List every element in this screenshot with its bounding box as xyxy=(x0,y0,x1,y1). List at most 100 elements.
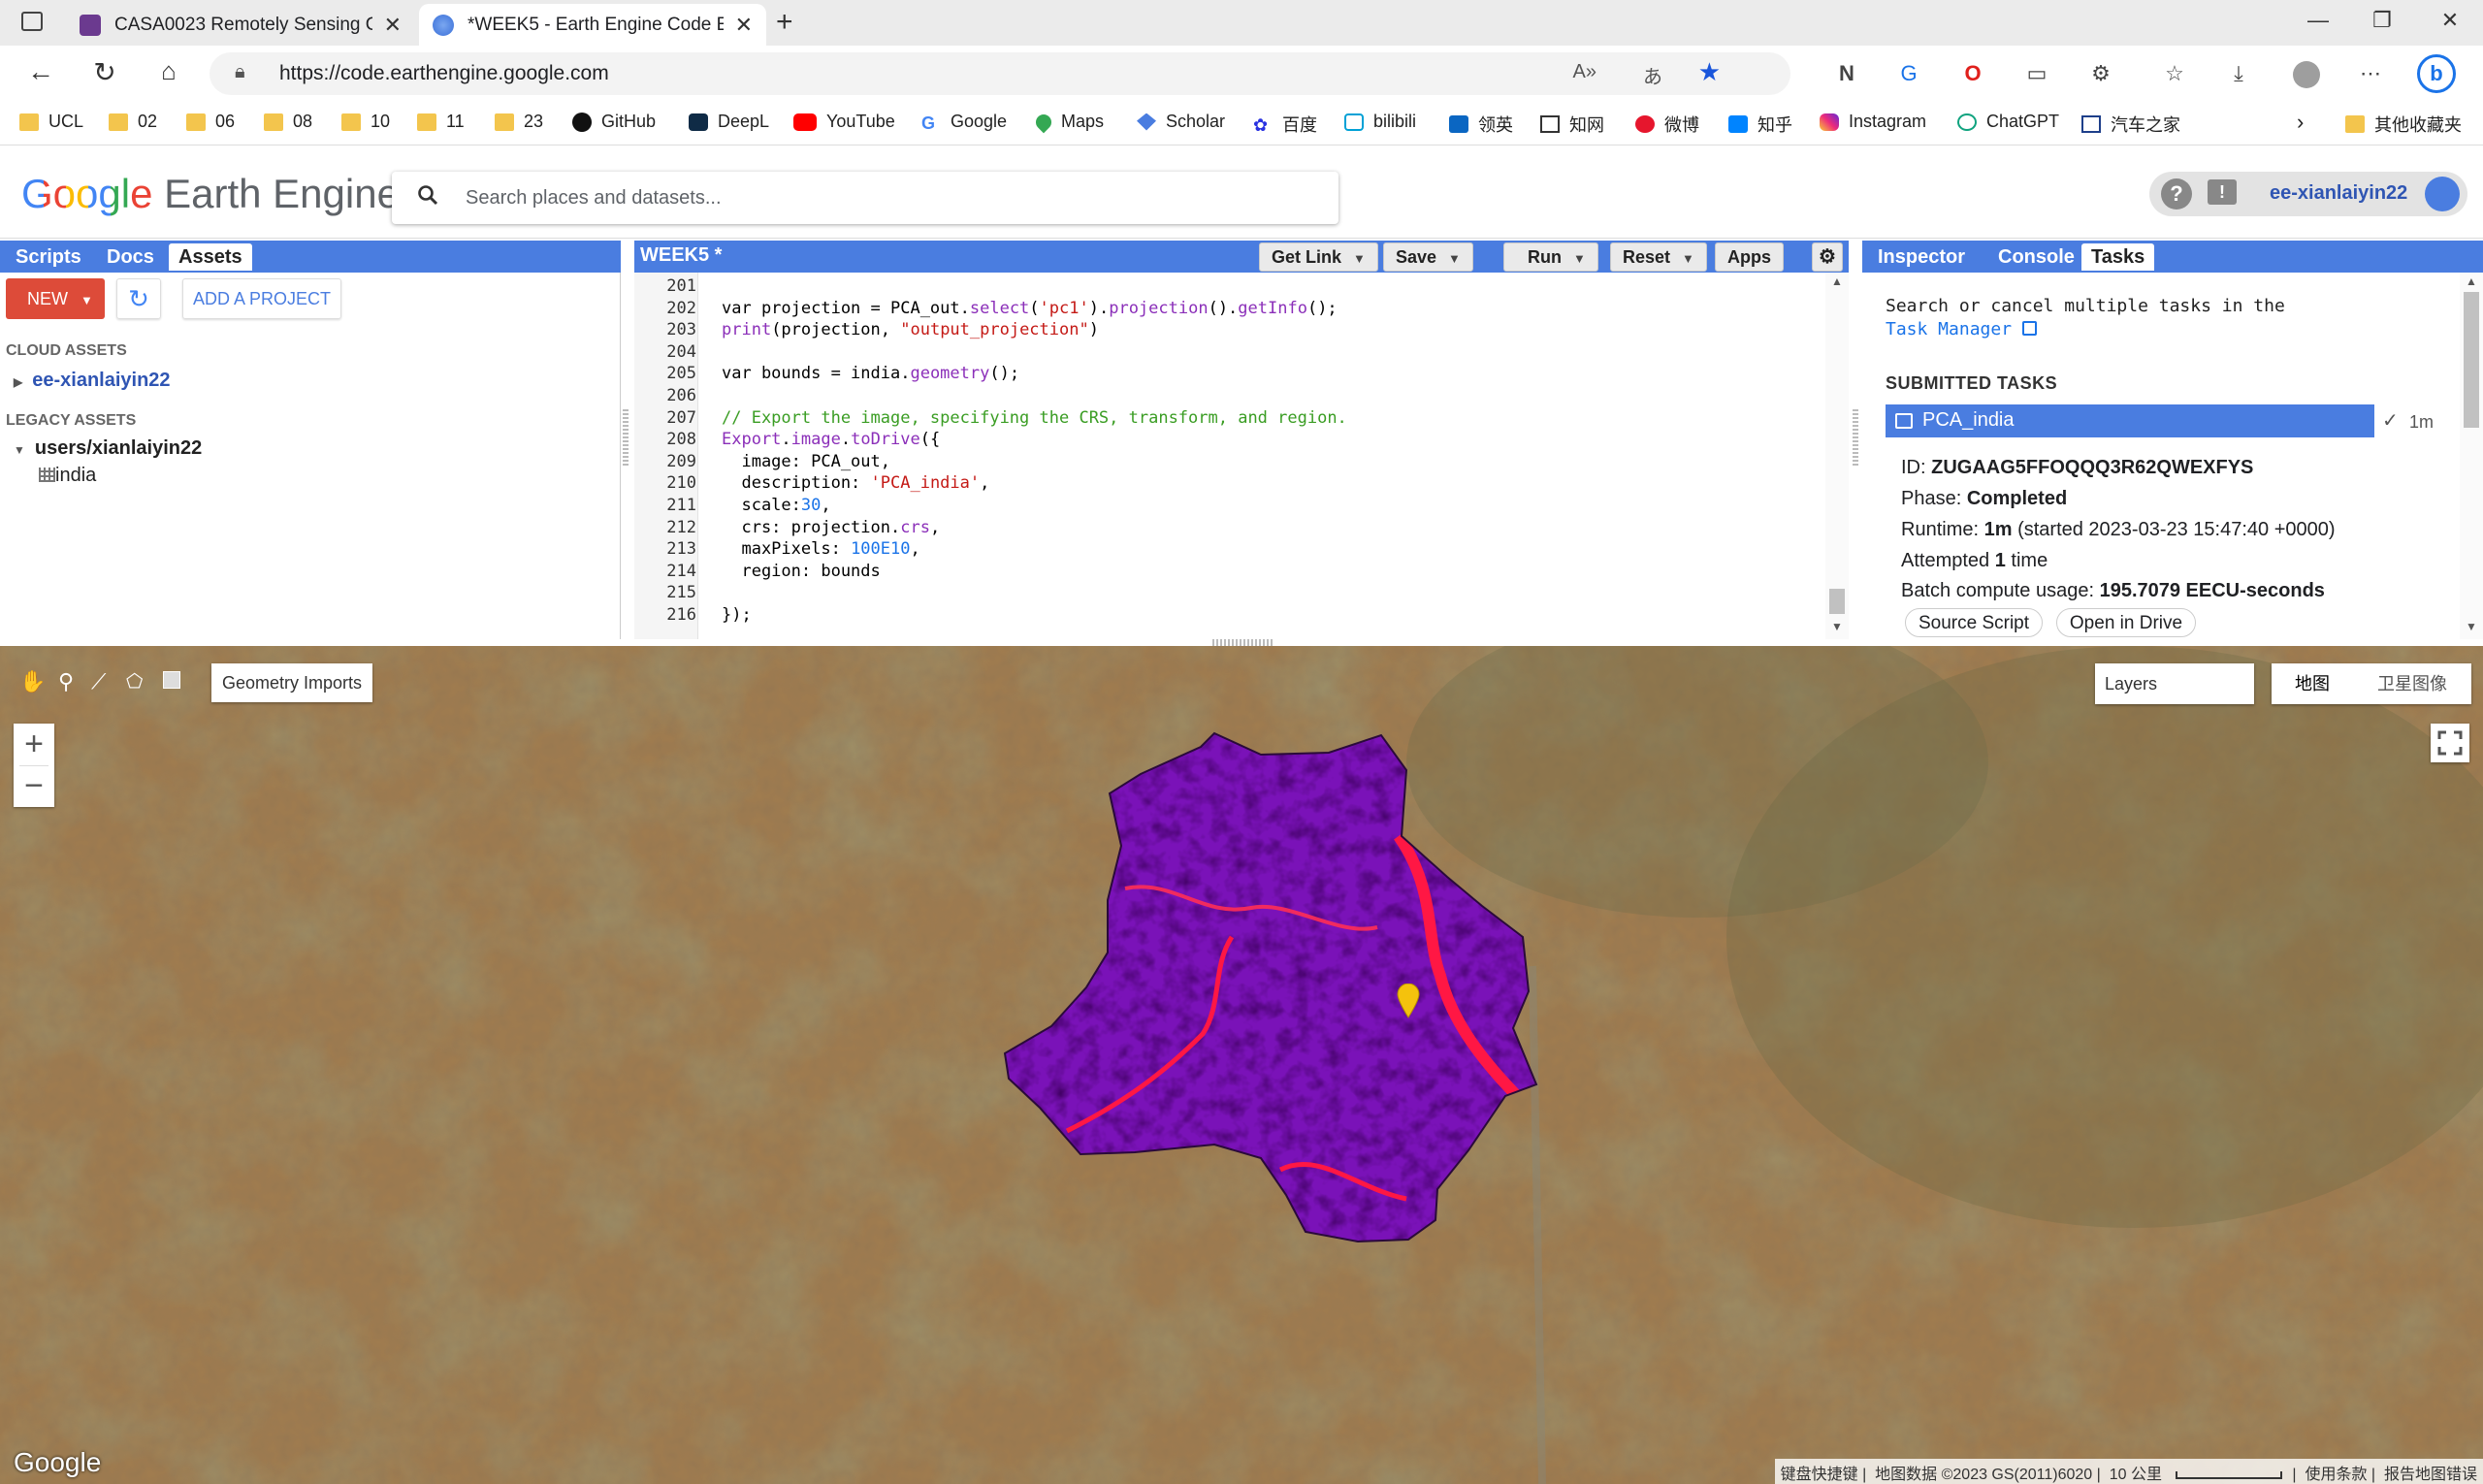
bookmark-10[interactable]: 10 xyxy=(341,112,390,132)
reset-button[interactable]: Reset ▼ xyxy=(1610,242,1707,272)
cloud-project-item[interactable]: ▶ ee-xianlaiyin22 xyxy=(14,370,171,392)
add-marker-icon[interactable]: ⚲ xyxy=(58,669,74,694)
tab-week5[interactable]: *WEEK5 - Earth Engine Code Edit ✕ xyxy=(419,4,766,46)
scroll-up-icon[interactable]: ▲ xyxy=(2466,274,2477,288)
fullscreen-button[interactable] xyxy=(2431,724,2469,762)
bookmark-deepl[interactable]: DeepL xyxy=(689,112,769,132)
get-link-button[interactable]: Get Link ▼ xyxy=(1259,242,1378,272)
bookmark-baidu[interactable]: ✿ 百度 xyxy=(1253,112,1317,137)
scrollbar-thumb[interactable] xyxy=(2464,292,2479,428)
reload-icon[interactable]: ↻ xyxy=(85,56,124,88)
location-marker-icon[interactable] xyxy=(1397,984,1420,1018)
code-line[interactable]: crs: projection.crs, xyxy=(722,518,940,537)
draw-line-icon[interactable]: ⟋ xyxy=(91,669,106,694)
favorite-star-icon[interactable]: ★ xyxy=(1698,57,1721,87)
bookmark-chatgpt[interactable]: ChatGPT xyxy=(1957,112,2059,132)
bookmark-06[interactable]: 06 xyxy=(186,112,235,132)
geometry-imports-button[interactable]: Geometry Imports xyxy=(211,663,372,702)
favorites-icon[interactable]: ☆ xyxy=(2159,61,2190,86)
tab-assets[interactable]: Assets xyxy=(169,243,252,271)
tab-inspector[interactable]: Inspector xyxy=(1868,243,1975,271)
code-line[interactable]: description: 'PCA_india', xyxy=(722,473,989,493)
tab-casa0023[interactable]: CASA0023 Remotely Sensing Citi ✕ xyxy=(66,4,415,46)
code-line[interactable]: print(projection, "output_projection") xyxy=(722,320,1099,339)
downloads-icon[interactable]: ⤓ xyxy=(2223,61,2254,86)
translate-icon[interactable]: あ xyxy=(1643,61,1662,89)
report-error-link[interactable]: 报告地图错误 xyxy=(2384,1467,2477,1483)
earth-engine-logo[interactable]: Google Earth Engine xyxy=(21,171,400,217)
tab-docs[interactable]: Docs xyxy=(97,243,164,271)
bookmark-ucl[interactable]: UCL xyxy=(19,112,83,132)
code-line[interactable]: Export.image.toDrive({ xyxy=(722,430,940,449)
user-avatar-icon[interactable] xyxy=(2425,177,2460,211)
code-line[interactable]: image: PCA_out, xyxy=(722,452,890,471)
caret-down-icon[interactable]: ▼ xyxy=(1573,251,1586,266)
bookmark-other-favorites[interactable]: 其他收藏夹 xyxy=(2345,112,2462,137)
layers-dropdown[interactable]: Layers xyxy=(2095,663,2254,704)
left-splitter-handle[interactable] xyxy=(623,407,629,466)
legacy-folder-item[interactable]: ▼ users/xianlaiyin22 xyxy=(14,437,202,460)
bookmark-23[interactable]: 23 xyxy=(495,112,543,132)
zoom-out-button[interactable]: − xyxy=(14,765,54,807)
read-aloud-icon[interactable]: A» xyxy=(1573,61,1596,83)
open-in-drive-button[interactable]: Open in Drive xyxy=(2056,608,2196,637)
zoom-in-button[interactable]: + xyxy=(14,724,54,765)
bookmark-11[interactable]: 11 xyxy=(417,112,465,132)
code-line[interactable]: scale:30, xyxy=(722,496,830,515)
new-tab-icon[interactable]: + xyxy=(776,6,793,39)
bookmark-08[interactable]: 08 xyxy=(264,112,312,132)
bookmark-youtube[interactable]: YouTube xyxy=(793,112,895,132)
more-icon[interactable]: ⋯ xyxy=(2355,61,2386,86)
search-places-input[interactable]: Search places and datasets... xyxy=(392,172,1338,224)
code-line[interactable]: }); xyxy=(722,605,752,625)
bookmark-weibo[interactable]: 微博 xyxy=(1635,112,1699,137)
bookmark-linkedin[interactable]: 领英 xyxy=(1449,112,1513,137)
bookmark-bilibili[interactable]: bilibili xyxy=(1344,112,1416,132)
bookmark-02[interactable]: 02 xyxy=(109,112,157,132)
right-splitter-handle[interactable] xyxy=(1853,407,1858,466)
new-button[interactable]: NEW ▼ xyxy=(6,278,105,319)
url-bar[interactable]: 🔒︎ https://code.earthengine.google.com A… xyxy=(210,52,1790,95)
apps-button[interactable]: Apps xyxy=(1715,242,1784,272)
code-line[interactable]: var bounds = india.geometry(); xyxy=(722,364,1019,383)
code-line[interactable]: maxPixels: 100E10, xyxy=(722,539,919,559)
caret-down-icon[interactable]: ▼ xyxy=(1448,251,1461,266)
add-project-button[interactable]: ADD A PROJECT xyxy=(182,278,341,319)
lock-icon[interactable]: 🔒︎ xyxy=(235,61,245,83)
profile-avatar-icon[interactable] xyxy=(2291,61,2322,94)
home-icon[interactable]: ⌂ xyxy=(149,56,188,86)
refresh-button[interactable]: ↻ xyxy=(116,278,161,319)
tab-scripts[interactable]: Scripts xyxy=(6,243,91,271)
scroll-up-icon[interactable]: ▲ xyxy=(1831,274,1843,288)
bing-icon[interactable]: b xyxy=(2417,54,2456,93)
bookmark-autohome[interactable]: 汽车之家 xyxy=(2081,112,2180,137)
bookmarks-overflow-icon[interactable]: › xyxy=(2297,110,2304,135)
reader-icon[interactable]: ▭ xyxy=(2021,61,2052,86)
opera-icon[interactable]: O xyxy=(1957,61,1988,86)
user-name[interactable]: ee-xianlaiyin22 xyxy=(2270,182,2407,205)
asset-item-india[interactable]: india xyxy=(39,465,96,487)
pan-hand-icon[interactable]: ✋ xyxy=(19,669,46,694)
code-line[interactable]: // Export the image, specifying the CRS,… xyxy=(722,408,1347,428)
bookmark-scholar[interactable]: Scholar xyxy=(1137,112,1225,132)
code-editor[interactable]: 201 202 203 204 205 206 207 208 209 210 211 212 213 2… xyxy=(634,273,1849,639)
minimize-icon[interactable]: — xyxy=(2299,8,2338,33)
keyboard-shortcuts-link[interactable]: 键盘快捷键 xyxy=(1781,1467,1858,1483)
code-line[interactable]: region: bounds xyxy=(722,562,880,581)
source-script-button[interactable]: Source Script xyxy=(1905,608,2043,637)
terms-link[interactable]: 使用条款 xyxy=(2305,1467,2367,1483)
tab-actions-icon[interactable] xyxy=(21,12,43,31)
tab-tasks[interactable]: Tasks xyxy=(2081,243,2155,271)
close-window-icon[interactable]: ✕ xyxy=(2431,8,2469,33)
horizontal-splitter-handle[interactable] xyxy=(1212,639,1274,646)
task-manager-link[interactable]: Task Manager xyxy=(1886,319,2037,339)
tasks-scrollbar[interactable]: ▲ ▼ xyxy=(2460,273,2483,639)
satellite-basemap[interactable] xyxy=(0,646,2483,1484)
settings-gear-icon[interactable]: ⚙ xyxy=(1812,242,1843,272)
code-line[interactable]: var projection = PCA_out.select('pc1').p… xyxy=(722,299,1338,318)
scroll-down-icon[interactable]: ▼ xyxy=(1831,620,1843,633)
script-title[interactable]: WEEK5 * xyxy=(640,244,722,267)
translate-extension-icon[interactable]: G xyxy=(1893,61,1924,86)
save-button[interactable]: Save ▼ xyxy=(1383,242,1473,272)
editor-scrollbar[interactable]: ▲ ▼ xyxy=(1825,273,1849,639)
